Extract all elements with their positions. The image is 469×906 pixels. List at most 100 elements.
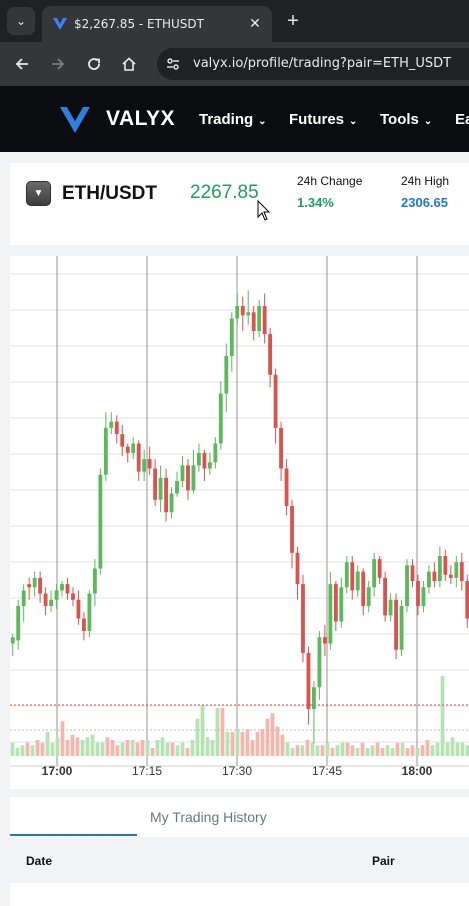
candle-body bbox=[394, 599, 398, 650]
volume-bar bbox=[430, 745, 435, 756]
candle-body bbox=[114, 421, 119, 435]
history-table-header: Date Pair bbox=[10, 837, 469, 883]
volume-bar bbox=[140, 740, 145, 756]
ticker-card: ▼ ETH/USDT 2267.85 24h Change 1.34% 24h … bbox=[10, 163, 469, 245]
nav-futures[interactable]: Futures ⌄ bbox=[289, 111, 357, 128]
candle-body bbox=[427, 571, 431, 588]
forward-button[interactable] bbox=[44, 50, 72, 78]
candle-body bbox=[350, 562, 355, 591]
candle-body bbox=[207, 462, 212, 469]
trading-history-panel: My Trading History Date Pair bbox=[10, 797, 469, 906]
site-settings-icon[interactable] bbox=[165, 56, 181, 72]
volume-bar bbox=[25, 742, 30, 756]
candle-body bbox=[344, 562, 349, 588]
nav-earn[interactable]: Ea bbox=[455, 111, 469, 128]
volume-bar bbox=[280, 734, 285, 756]
tab-my-trading-history[interactable] bbox=[10, 797, 137, 837]
candle-body bbox=[312, 687, 316, 710]
price-chart[interactable]: 17:00 17:15 17:30 17:45 18:00 bbox=[10, 256, 469, 789]
volume-bar bbox=[30, 745, 35, 756]
candle-body bbox=[372, 559, 377, 588]
candle-body bbox=[251, 312, 256, 331]
candle-body bbox=[262, 306, 267, 335]
volume-bar bbox=[270, 713, 275, 756]
active-browser-tab[interactable]: $2,267.85 - ETHUSDT ✕ bbox=[42, 6, 272, 42]
candle-body bbox=[273, 374, 278, 428]
home-button[interactable] bbox=[115, 50, 143, 78]
column-header-pair[interactable]: Pair bbox=[372, 854, 395, 868]
candle-body bbox=[229, 318, 234, 356]
volume-bar bbox=[285, 742, 290, 756]
volume-bar bbox=[350, 745, 355, 756]
volume-bar bbox=[290, 748, 295, 756]
volume-bar bbox=[145, 740, 150, 756]
volume-bar bbox=[200, 705, 205, 756]
candle-body bbox=[158, 477, 163, 500]
address-bar[interactable]: valyx.io/profile/trading?pair=ETH_USDT bbox=[157, 48, 469, 80]
site-header: VALYX Trading ⌄ Futures ⌄ Tools ⌄ Ea bbox=[0, 86, 469, 152]
volume-bar bbox=[185, 748, 190, 756]
candle-body bbox=[377, 559, 382, 578]
pair-name[interactable]: ETH/USDT bbox=[62, 183, 157, 205]
candle-body bbox=[240, 306, 245, 316]
high-label: 24h High bbox=[401, 174, 450, 188]
volume-bar bbox=[415, 748, 420, 756]
candle-body bbox=[120, 434, 125, 447]
nav-tools[interactable]: Tools ⌄ bbox=[380, 111, 432, 128]
candle-body bbox=[82, 618, 86, 631]
nav-trading[interactable]: Trading ⌄ bbox=[199, 111, 267, 128]
volume-bar bbox=[160, 737, 165, 756]
candle-body bbox=[60, 584, 64, 591]
candle-body bbox=[339, 587, 344, 622]
volume-bar bbox=[115, 745, 120, 756]
volume-bar bbox=[360, 742, 365, 756]
candle-body bbox=[257, 306, 262, 331]
volume-bar bbox=[320, 745, 325, 756]
candle-body bbox=[186, 465, 190, 491]
volume-bar bbox=[240, 732, 245, 756]
volume-bar bbox=[190, 740, 195, 756]
change-label: 24h Change bbox=[297, 174, 363, 188]
volume-bar bbox=[195, 718, 200, 756]
x-tick-label: 17:30 bbox=[222, 764, 252, 778]
candle-body bbox=[109, 421, 114, 428]
candle-body bbox=[147, 459, 152, 469]
chevron-down-icon: ⌄ bbox=[423, 116, 433, 127]
candle-body bbox=[399, 606, 404, 650]
volume-bar bbox=[85, 737, 90, 756]
volume-bar bbox=[100, 742, 105, 756]
candle-body bbox=[388, 599, 393, 616]
volume-bar bbox=[60, 721, 65, 756]
candlestick-chart[interactable]: 17:00 17:15 17:30 17:45 18:00 bbox=[10, 256, 469, 789]
volume-bar bbox=[330, 748, 335, 756]
url-text[interactable]: valyx.io/profile/trading?pair=ETH_USDT bbox=[193, 56, 451, 71]
volume-bar bbox=[225, 732, 230, 756]
pair-selector-button[interactable]: ▼ bbox=[26, 181, 51, 206]
volume-bar bbox=[305, 740, 310, 756]
candle-body bbox=[306, 652, 311, 710]
tab-search-button[interactable]: ⌄ bbox=[7, 7, 35, 35]
candle-body bbox=[21, 590, 26, 606]
change-value: 1.34% bbox=[297, 195, 334, 210]
brand-name[interactable]: VALYX bbox=[106, 107, 175, 131]
tab-my-trading-history-label[interactable]: My Trading History bbox=[150, 809, 267, 825]
volume-bar bbox=[245, 729, 250, 756]
candle-body bbox=[43, 593, 48, 606]
close-tab-icon[interactable]: ✕ bbox=[246, 14, 264, 32]
volume-bar bbox=[425, 740, 430, 756]
reload-button[interactable] bbox=[80, 50, 108, 78]
candle-body bbox=[38, 577, 43, 594]
volume-bar bbox=[440, 676, 445, 756]
tab-title: $2,267.85 - ETHUSDT bbox=[74, 17, 204, 31]
volume-bar bbox=[355, 748, 360, 756]
column-header-date[interactable]: Date bbox=[26, 854, 52, 868]
volume-bar bbox=[40, 742, 45, 756]
valyx-logo-icon[interactable] bbox=[59, 105, 91, 135]
volume-bar bbox=[205, 737, 210, 756]
volume-bar bbox=[255, 732, 260, 756]
candle-body bbox=[405, 565, 409, 606]
new-tab-button[interactable]: + bbox=[282, 10, 304, 32]
back-button[interactable] bbox=[8, 50, 36, 78]
candle-body bbox=[459, 562, 464, 581]
volume-bar bbox=[420, 745, 425, 756]
